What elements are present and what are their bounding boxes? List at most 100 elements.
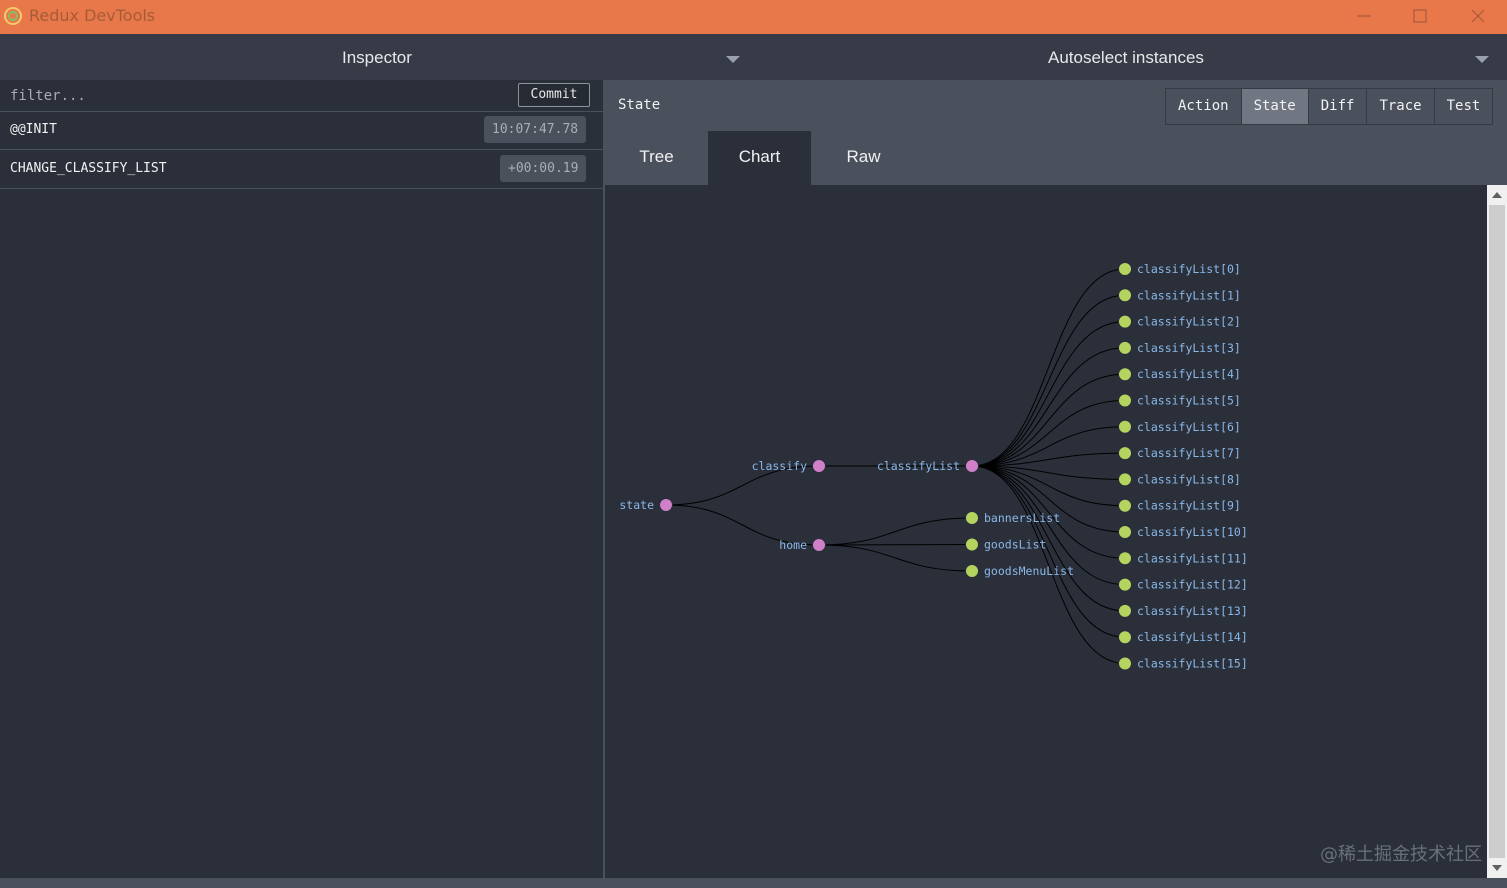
inspector-header: State Action State Diff Trace Test [605,80,1507,131]
tree-node-label[interactable]: classifyList[13] [1137,604,1248,618]
inspector-tab-group: Action State Diff Trace Test [1165,88,1494,125]
monitor-select[interactable]: Inspector [0,34,750,80]
tree-node-label[interactable]: home [779,538,807,552]
tree-node-label[interactable]: classify [752,459,807,473]
chevron-down-icon [1475,56,1489,63]
tab-diff[interactable]: Diff [1308,89,1368,124]
monitor-toolbar: Inspector Autoselect instances [0,34,1507,81]
scroll-up-arrow-icon[interactable] [1492,192,1502,198]
tree-link [971,373,1126,467]
tree-node-label[interactable]: classifyList [877,459,960,473]
window-titlebar: Redux DevTools [0,0,1507,34]
subtab-tree[interactable]: Tree [605,131,708,185]
action-list-item[interactable]: CHANGE_CLASSIFY_LIST +00:00.19 [0,150,603,189]
tree-node[interactable] [812,459,826,473]
tree-node[interactable] [1118,551,1132,566]
maximize-icon [1413,9,1427,23]
tree-node[interactable] [1118,472,1132,487]
watermark: @稀土掘金技术社区 [1320,844,1482,865]
tree-node-label[interactable]: classifyList[11] [1137,551,1248,565]
state-tree-chart[interactable]: state classify home classifyList bannersList… [605,185,1487,878]
state-tree-svg: state classify home classifyList bannersList… [619,262,1248,671]
tree-node[interactable] [1118,419,1132,434]
inspector-pane: State Action State Diff Trace Test Tree … [605,80,1507,878]
tree-link [818,517,973,546]
tree-node[interactable] [1118,577,1132,592]
action-list-pane: Commit @@INIT 10:07:47.78 CHANGE_CLASSIF… [0,80,605,878]
tree-node[interactable] [812,538,826,552]
minimize-icon [1357,15,1371,17]
tree-node[interactable] [1118,340,1132,355]
tree-node[interactable] [1118,262,1132,276]
tree-node-label[interactable]: state [619,498,654,512]
tree-link [818,544,973,546]
state-view-tabs: Tree Chart Raw [605,131,1507,185]
action-timestamp[interactable]: 10:07:47.78 [484,116,587,143]
tree-node-label[interactable]: classifyList[4] [1137,367,1241,381]
tree-node-label[interactable]: classifyList[7] [1137,446,1241,460]
tree-node[interactable] [1118,630,1132,645]
tree-node-label[interactable]: classifyList[12] [1137,578,1248,592]
subtab-raw[interactable]: Raw [812,131,915,185]
redux-devtools-app-icon [4,7,22,25]
tab-test[interactable]: Test [1434,89,1493,124]
action-list-item[interactable]: @@INIT 10:07:47.78 [0,111,603,150]
tree-node-label[interactable]: classifyList[15] [1137,657,1248,671]
tree-node-label[interactable]: classifyList[6] [1137,420,1241,434]
tree-node-label[interactable]: classifyList[0] [1137,262,1241,276]
action-timestamp[interactable]: +00:00.19 [500,155,587,182]
window-title: Redux DevTools [29,6,156,25]
tree-node-label[interactable]: goodsMenuList [984,564,1074,578]
tab-state[interactable]: State [1241,89,1309,124]
tree-node-label[interactable]: classifyList[9] [1137,499,1241,513]
tree-node[interactable] [965,537,979,552]
commit-button[interactable]: Commit [518,83,590,107]
action-filter-row: Commit [0,80,603,112]
tree-node-label[interactable]: classifyList[14] [1137,630,1248,644]
tree-node[interactable] [965,564,979,578]
inspector-header-title: State [618,97,661,113]
filter-input[interactable] [0,80,510,111]
tree-node-label[interactable]: classifyList[1] [1137,288,1241,302]
tree-link [818,544,973,572]
action-name: @@INIT [10,122,57,137]
tree-node[interactable] [965,511,979,525]
tree-node[interactable] [1118,288,1132,303]
tree-link [971,321,1126,467]
tree-node[interactable] [1118,446,1132,461]
chart-scrollbar[interactable] [1487,185,1507,878]
tree-node[interactable] [1118,525,1132,539]
close-button[interactable] [1451,0,1507,34]
maximize-button[interactable] [1393,0,1449,34]
tree-node[interactable] [1118,367,1132,382]
action-name: CHANGE_CLASSIFY_LIST [10,161,167,176]
scroll-thumb[interactable] [1489,205,1505,858]
tree-link [971,465,1126,638]
tree-node[interactable] [1118,498,1132,513]
tree-node[interactable] [1118,603,1132,618]
tree-node-label[interactable]: classifyList[5] [1137,394,1241,408]
tree-link [971,268,1126,467]
instance-select-label: Autoselect instances [1048,48,1204,67]
tree-node[interactable] [659,498,673,512]
bottom-status-bar [0,878,1507,888]
scroll-down-arrow-icon[interactable] [1492,865,1502,871]
tree-node[interactable] [1118,393,1132,408]
tree-node[interactable] [1118,314,1132,329]
tree-link [971,294,1126,467]
tab-action[interactable]: Action [1166,89,1242,124]
tree-node[interactable] [1118,656,1132,671]
tree-node-label[interactable]: classifyList[2] [1137,315,1241,329]
tab-trace[interactable]: Trace [1367,89,1435,124]
tree-link [971,400,1126,467]
tree-node-label[interactable]: classifyList[8] [1137,472,1241,486]
minimize-button[interactable] [1337,0,1393,34]
monitor-select-label: Inspector [342,48,412,67]
tree-node-label[interactable]: classifyList[10] [1137,525,1248,539]
instance-select[interactable]: Autoselect instances [750,34,1507,80]
tree-node-label[interactable]: classifyList[3] [1137,341,1241,355]
tree-node-label[interactable]: goodsList [984,538,1046,552]
subtab-chart[interactable]: Chart [708,131,811,185]
tree-node[interactable] [965,459,979,473]
tree-node-label[interactable]: bannersList [984,511,1060,525]
